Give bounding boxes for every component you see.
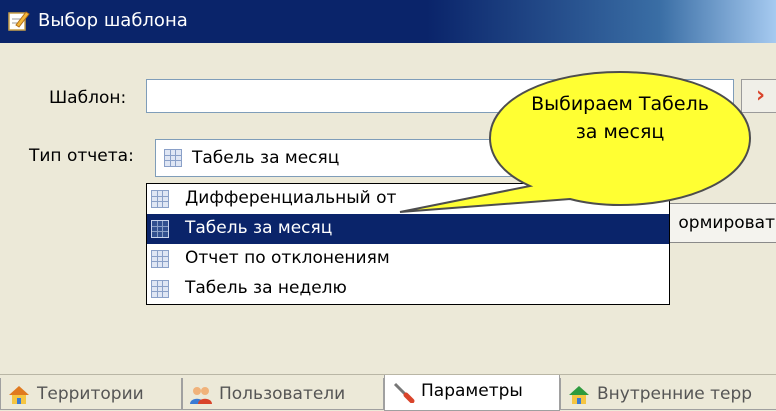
tab-parameters[interactable]: Параметры (384, 375, 560, 411)
report-type-value: Табель за месяц (192, 148, 340, 168)
grid-icon (164, 149, 182, 167)
grid-icon (151, 280, 169, 298)
report-type-label: Тип отчета: (29, 146, 134, 166)
dropdown-item[interactable]: Дифференциальный от (147, 184, 669, 214)
tab-label: Территории (37, 384, 144, 404)
edit-document-icon (8, 11, 30, 31)
red-arrow-icon: › (756, 83, 766, 108)
grid-icon (151, 220, 169, 238)
report-type-dropdown[interactable]: Дифференциальный от Табель за месяц Отче… (146, 183, 670, 305)
tab-label: Внутренние терр (597, 384, 753, 404)
dropdown-item-label: Дифференциальный от (185, 188, 397, 208)
tab-bar: Территории Пользователи Параметры Внутре… (0, 374, 776, 411)
generate-button-label: ормироват (678, 213, 775, 233)
dropdown-item-label: Табель за неделю (185, 278, 347, 298)
dropdown-item[interactable]: Табель за неделю (147, 274, 669, 304)
dropdown-item-selected[interactable]: Табель за месяц (147, 214, 669, 244)
users-icon (190, 387, 212, 404)
tab-territories[interactable]: Территории (0, 378, 182, 410)
dropdown-item-label: Табель за месяц (185, 218, 333, 238)
template-side-button[interactable]: › (741, 79, 776, 113)
grid-icon (151, 190, 169, 208)
title-bar: Выбор шаблона (0, 0, 776, 43)
tab-label: Параметры (421, 381, 523, 401)
dropdown-item-label: Отчет по отклонениям (185, 248, 390, 268)
wrench-icon (393, 382, 415, 403)
house-icon (569, 386, 589, 404)
tab-label: Пользователи (219, 384, 346, 404)
grid-icon (151, 250, 169, 268)
window-title: Выбор шаблона (38, 10, 188, 31)
tab-users[interactable]: Пользователи (182, 378, 384, 410)
dropdown-item[interactable]: Отчет по отклонениям (147, 244, 669, 274)
house-icon (9, 386, 29, 404)
template-label: Шаблон: (49, 88, 127, 108)
callout-text: Выбираем Табель за месяц (531, 93, 709, 143)
generate-button[interactable]: ормироват (660, 203, 776, 243)
tab-internal-territories[interactable]: Внутренние терр (560, 378, 776, 410)
